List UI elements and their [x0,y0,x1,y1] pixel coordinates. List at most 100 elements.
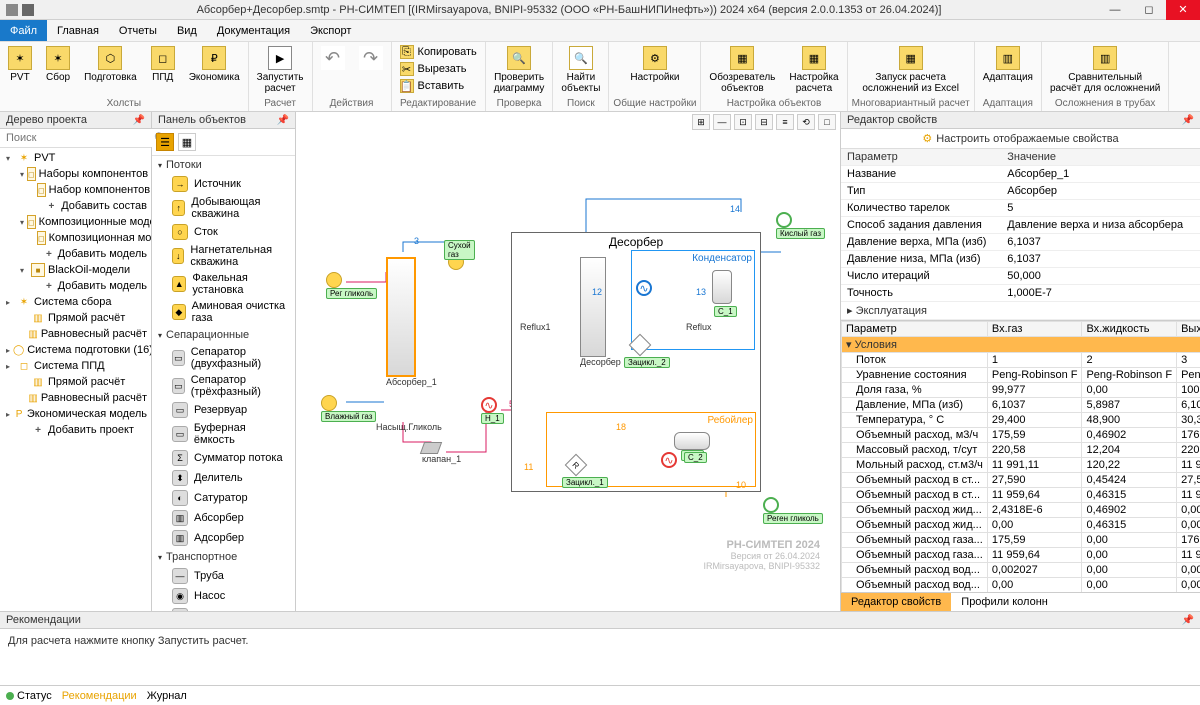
node-zacikl1[interactable]: R Зацикл._1 [568,457,584,473]
tree-item[interactable]: ▸PЭкономическая модель [0,406,151,422]
prop-value[interactable]: 50,000 [1001,268,1200,285]
tree-item[interactable]: ▸◻Система ППД [0,358,151,374]
tab-profiles[interactable]: Профили колонн [951,593,1058,611]
status-status[interactable]: Статус [6,690,52,702]
tree-item[interactable]: +Добавить модель [0,246,151,262]
object-item[interactable]: ↑Добывающая скважина [152,194,295,222]
object-category[interactable]: ▾Транспортное [152,548,295,566]
object-item[interactable]: ↓Нагнетательная скважина [152,242,295,270]
menu-docs[interactable]: Документация [207,20,300,41]
node-h2[interactable]: ∿ H_2 [661,452,677,468]
object-item[interactable]: ⬍Делитель [152,468,295,488]
object-category[interactable]: ▾Потоки [152,156,295,174]
object-item[interactable]: —Труба [152,566,295,586]
tree-item[interactable]: ▥Равновесный расчёт [0,390,151,406]
tree-item[interactable]: ◻Набор компонентов 2 [0,182,151,198]
pin-icon[interactable]: 📌 [1182,115,1194,126]
pin-icon[interactable]: 📌 [277,115,289,126]
tree-item[interactable]: ▸◯Система подготовки (16) [0,342,151,358]
tree-item[interactable]: ▸✶Система сбора [0,294,151,310]
object-item[interactable]: ΣСумматор потока [152,448,295,468]
prop-value[interactable]: Абсорбер [1001,183,1200,200]
ribbon-settings[interactable]: ⚙Настройки [626,44,683,85]
qat-save-icon[interactable] [22,4,34,16]
tree-item[interactable]: ▥Равновесный расчёт [0,326,151,342]
object-item[interactable]: ▭Буферная ёмкость [152,420,295,448]
prop-value[interactable]: 6,1037 [1001,234,1200,251]
tree-item[interactable]: +Добавить проект [0,422,151,438]
node-desorber[interactable]: Десорбер [580,257,621,367]
prop-value[interactable]: Абсорбер_1 [1001,166,1200,183]
prop-value[interactable]: 1,000E-7 [1001,285,1200,302]
expand-exploitation[interactable]: ▸ Эксплуатация [841,302,1200,320]
ribbon-redo[interactable]: ↷ [355,44,387,72]
tree-item[interactable]: ▾■BlackOil-модели [0,262,151,278]
menu-view[interactable]: Вид [167,20,207,41]
node-sukhoi[interactable]: Сухой газ [448,254,464,270]
maximize-button[interactable]: ◻ [1132,0,1166,20]
ribbon-adapt[interactable]: ▥Адаптация [979,44,1037,85]
pin-icon[interactable]: 📌 [1182,615,1194,626]
object-item[interactable]: ▭Сепаратор (трёхфазный) [152,372,295,400]
ribbon-paste[interactable]: 📋Вставить [396,78,481,94]
object-item[interactable]: ▥Абсорбер [152,508,295,528]
section-header[interactable]: ▾ Условия [842,337,1200,353]
tree-item[interactable]: +Добавить состав [0,198,151,214]
ribbon-calc-setup[interactable]: ▦Настройка расчета [785,44,842,96]
tree-search-input[interactable] [0,129,154,147]
ribbon-find[interactable]: 🔍Найти объекты [557,44,604,96]
node-cooler[interactable]: ∿ [636,280,652,296]
tree-item[interactable]: ▥Прямой расчёт [0,310,151,326]
object-item[interactable]: ▭Резервуар [152,400,295,420]
ribbon-browser[interactable]: ▦Обозреватель объектов [705,44,779,96]
ribbon-podgotovka[interactable]: ⬡Подготовка [80,44,141,85]
object-item[interactable]: ▥Адсорбер [152,528,295,548]
node-absorber[interactable]: Абсорбер_1 [386,257,437,387]
menu-reports[interactable]: Отчеты [109,20,167,41]
pin-icon[interactable]: 📌 [133,115,145,126]
menu-file[interactable]: Файл [0,20,47,41]
node-c1[interactable]: C_1 [712,270,732,304]
tree-item[interactable]: +Добавить модель [0,278,151,294]
menu-main[interactable]: Главная [47,20,109,41]
ribbon-pvt[interactable]: ✶PVT [4,44,36,85]
prop-value[interactable]: 5 [1001,200,1200,217]
tree-item[interactable]: ▾◻Композиционные модели [0,214,151,230]
status-recommend[interactable]: Рекомендации [62,690,137,702]
object-item[interactable]: ▲Факельная установка [152,270,295,298]
object-item[interactable]: ◆Аминовая очистка газа [152,298,295,326]
node-regen[interactable]: Реген гликоль [763,497,823,524]
node-wet-gas[interactable]: Влажный газ [321,395,376,422]
view-list-button[interactable]: ☰ [156,133,174,151]
tree-item[interactable]: ▥Прямой расчёт [0,374,151,390]
node-kislyi[interactable]: Кислый газ [776,212,825,239]
ribbon-run[interactable]: ▶Запустить расчет [253,44,308,96]
object-item[interactable]: →Источник [152,174,295,194]
ribbon-copy[interactable]: ⎘Копировать [396,44,481,60]
ribbon-check[interactable]: 🔍Проверить диаграмму [490,44,549,96]
ribbon-ppd[interactable]: ◻ППД [147,44,179,85]
tree-item[interactable]: ◻Композиционная модель [0,230,151,246]
node-reg-glycol[interactable]: Рег гликоль [326,272,377,299]
prop-value[interactable]: 6,1037 [1001,251,1200,268]
ribbon-economy[interactable]: ₽Экономика [185,44,244,85]
ribbon-sbor[interactable]: ✶Сбор [42,44,74,85]
diagram-canvas[interactable]: ⊞ — ⊡ ⊟ ≡ ⟲ □ [296,112,840,611]
minimize-button[interactable]: — [1098,0,1132,20]
object-item[interactable]: ▭Сепаратор (двухфазный) [152,344,295,372]
menu-export[interactable]: Экспорт [300,20,361,41]
close-button[interactable]: ✕ [1166,0,1200,20]
tree-item[interactable]: ▾✶PVT [0,150,151,166]
status-journal[interactable]: Журнал [147,690,187,702]
ribbon-complications[interactable]: ▥Сравнительный расчёт для осложнений [1046,44,1164,96]
node-zacikl2[interactable]: Зацикл._2 [632,337,648,353]
object-category[interactable]: ▾Сепарационные [152,326,295,344]
tab-editor[interactable]: Редактор свойств [841,593,951,611]
node-c2[interactable]: C_2 [674,432,710,450]
tree-item[interactable]: ▾◻Наборы компонентов [0,166,151,182]
qat-icon[interactable] [6,4,18,16]
object-item[interactable]: ◉Насос [152,586,295,606]
props-config-link[interactable]: ⚙Настроить отображаемые свойства [841,129,1200,149]
node-klapan[interactable]: клапан_1 [422,442,461,464]
ribbon-excel[interactable]: ▦Запуск расчета осложнений из Excel [858,44,963,96]
